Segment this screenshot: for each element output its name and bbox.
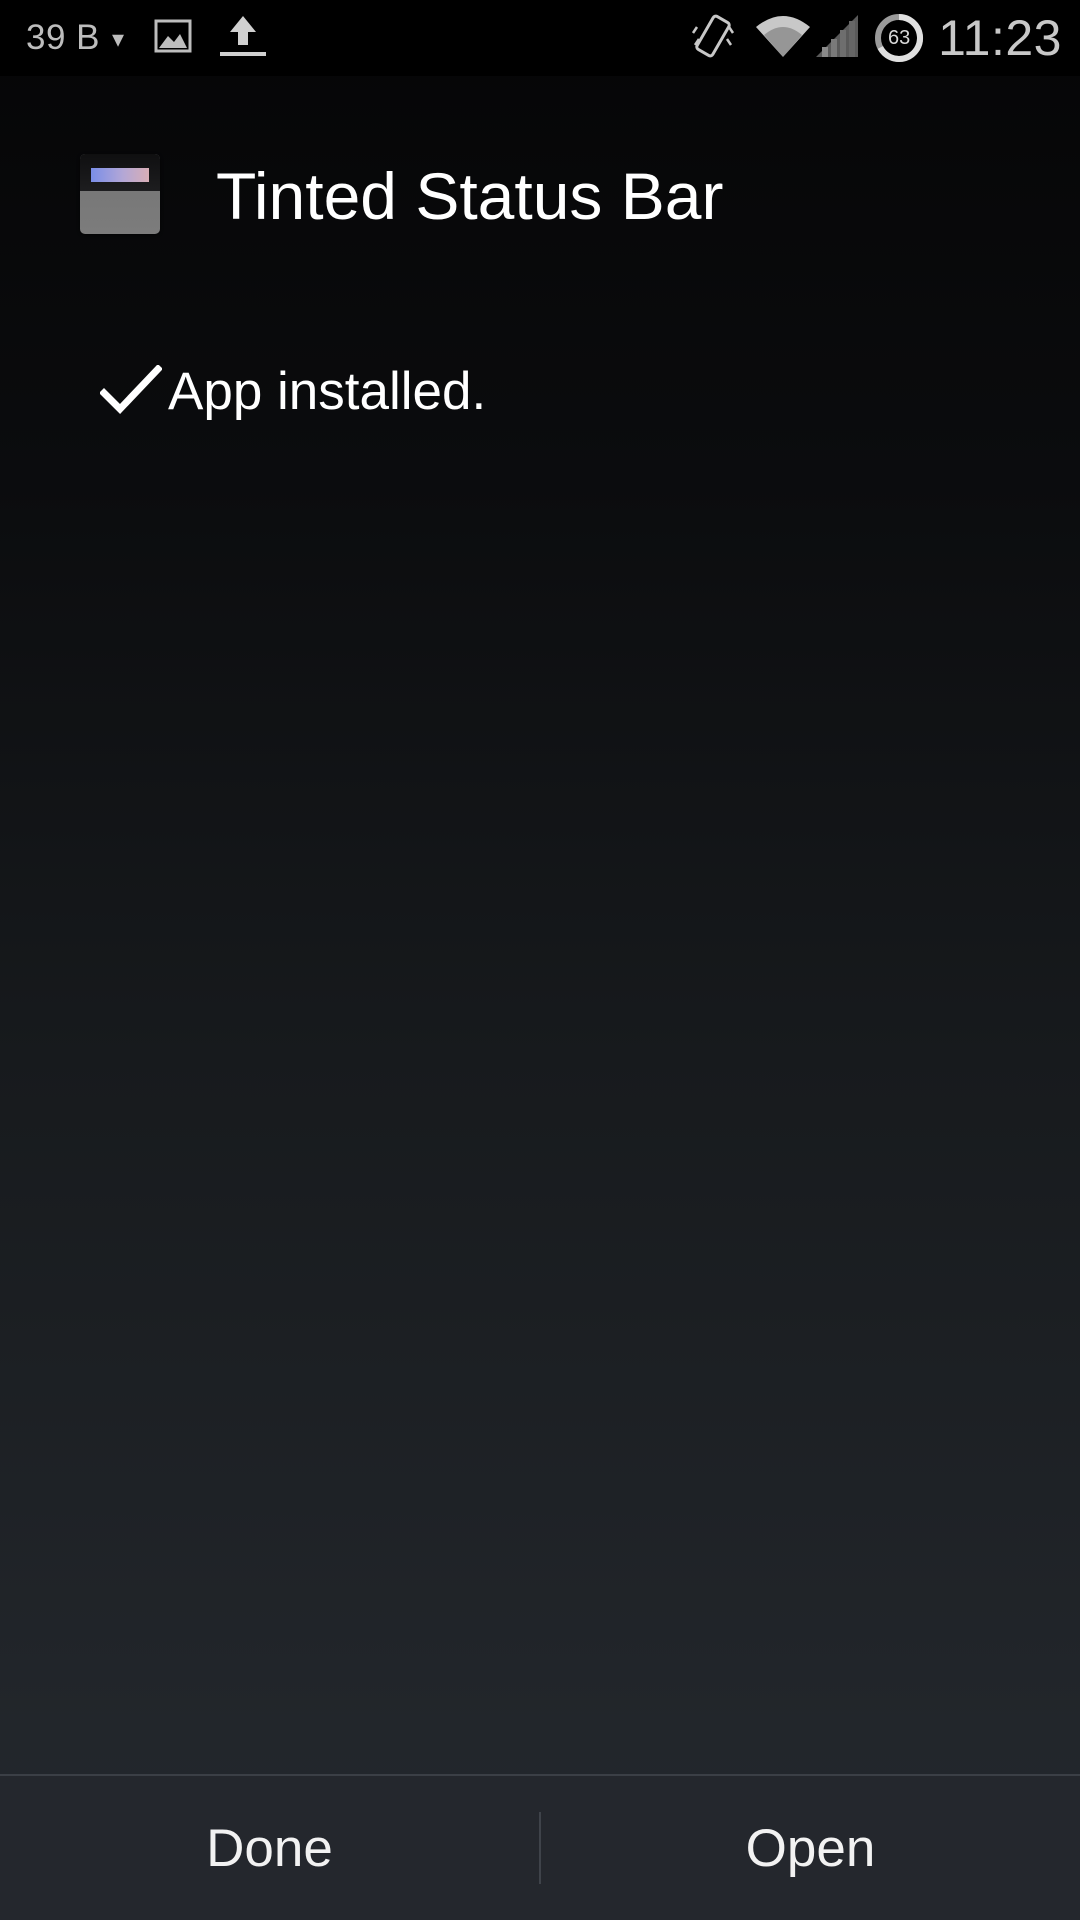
data-usage-arrow: ▾ xyxy=(112,25,125,53)
upload-icon xyxy=(218,14,268,63)
signal-icon xyxy=(814,13,860,64)
app-title: Tinted Status Bar xyxy=(216,159,724,233)
open-button[interactable]: Open xyxy=(541,1776,1080,1920)
status-bar: 39 B ▾ 63 11:23 xyxy=(0,0,1080,76)
button-bar: Done Open xyxy=(0,1774,1080,1920)
install-status: App installed. xyxy=(100,358,486,424)
package-installer-screen: 39 B ▾ 63 11:23 Tinted Status Bar App in… xyxy=(0,0,1080,1920)
checkmark-icon xyxy=(100,365,162,415)
wifi-icon xyxy=(754,13,812,64)
done-button[interactable]: Done xyxy=(0,1776,539,1920)
status-bar-left: 39 B ▾ xyxy=(26,0,268,76)
app-header: Tinted Status Bar xyxy=(0,130,1080,260)
app-icon-tint xyxy=(91,168,149,182)
status-bar-right: 63 11:23 xyxy=(690,0,1062,76)
vibrate-icon xyxy=(690,11,736,66)
tinted-status-bar-app-icon xyxy=(80,154,160,234)
battery-level-text: 63 xyxy=(887,27,911,49)
clock: 11:23 xyxy=(938,10,1062,66)
battery-icon: 63 xyxy=(874,13,924,63)
image-icon xyxy=(154,19,192,58)
install-status-text: App installed. xyxy=(168,361,487,421)
data-usage-text: 39 B xyxy=(26,18,100,57)
